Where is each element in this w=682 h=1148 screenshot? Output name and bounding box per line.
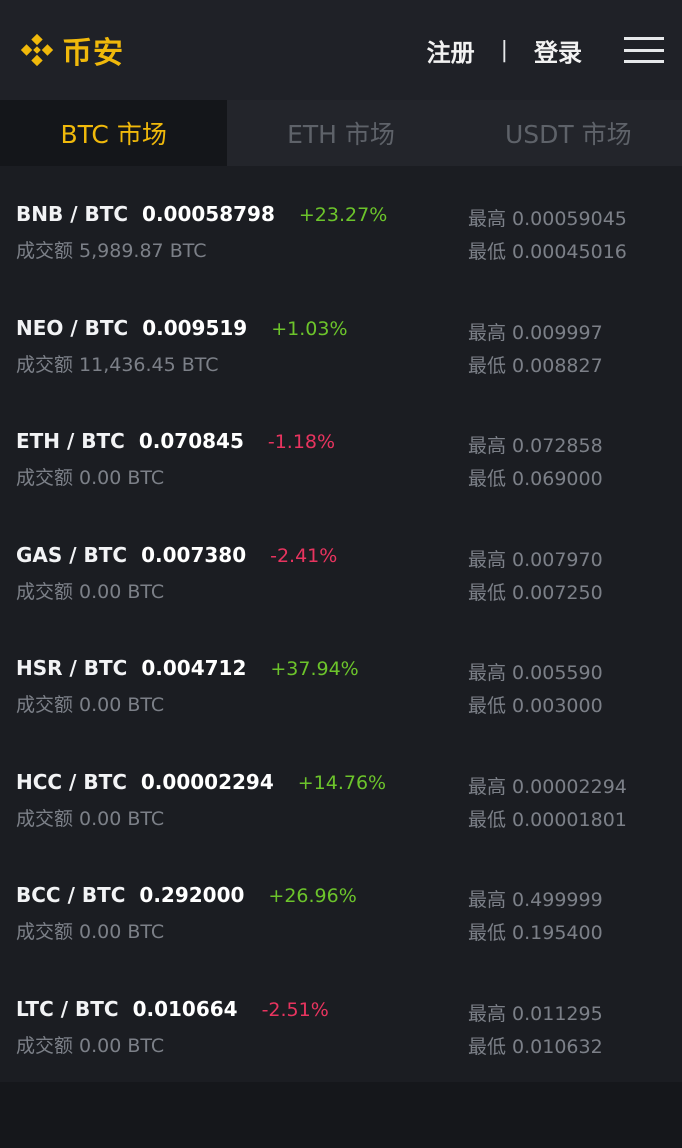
- high-price: 最高 0.009997: [468, 321, 603, 344]
- last-price: 0.00002294: [140, 769, 274, 794]
- market-row[interactable]: NEO / BTC 0.009519 +1.03% 成交额 11,436.45 BT…: [0, 290, 682, 404]
- high-price: 最高 0.072858: [468, 435, 603, 457]
- change-percent: +37.94%: [270, 658, 359, 680]
- change-percent: +1.03%: [271, 317, 348, 340]
- low-price: 最低 0.00001801: [468, 808, 627, 831]
- market-list: BNB / BTC 0.00058798 +23.27% 成交额 5,989.87 …: [0, 166, 682, 1084]
- low-price: 最低 0.00045016: [468, 241, 627, 263]
- tab-usdt-market[interactable]: USDT 市场: [454, 100, 682, 166]
- brand-logo[interactable]: 币安: [18, 28, 124, 72]
- market-row[interactable]: HCC / BTC 0.00002294 +14.76% 成交额 0.00 BTC …: [0, 744, 682, 858]
- header-nav: 注册 | 登录: [427, 33, 664, 68]
- last-price: 0.004712: [141, 656, 247, 680]
- high-price: 最高 0.011295: [468, 1002, 603, 1025]
- change-percent: +14.76%: [297, 771, 387, 794]
- market-row[interactable]: BNB / BTC 0.00058798 +23.27% 成交额 5,989.87 …: [0, 176, 682, 290]
- low-price: 最低 0.010632: [468, 1035, 603, 1058]
- page-footer: [0, 1082, 682, 1148]
- low-price: 最低 0.069000: [468, 468, 603, 490]
- change-percent: +23.27%: [298, 204, 388, 226]
- low-price: 最低 0.003000: [468, 695, 603, 717]
- high-price: 最高 0.007970: [468, 548, 603, 571]
- pair-name: LTC / BTC: [16, 996, 119, 1021]
- market-row[interactable]: GAS / BTC 0.007380 -2.41% 成交额 0.00 BTC 最高 …: [0, 517, 682, 631]
- volume: 成交额 0.00 BTC: [16, 580, 165, 603]
- high-price: 最高 0.00002294: [468, 775, 627, 798]
- binance-diamond-icon: [20, 33, 54, 67]
- pair-name: NEO / BTC: [16, 315, 129, 340]
- tab-btc-market[interactable]: BTC 市场: [0, 100, 228, 166]
- pair-name: HSR / BTC: [16, 656, 128, 680]
- change-percent: -1.18%: [267, 431, 336, 453]
- pair-name: BNB / BTC: [16, 202, 129, 226]
- app-header: 币安 注册 | 登录: [0, 0, 682, 100]
- high-price: 最高 0.00059045: [468, 208, 627, 230]
- last-price: 0.00058798: [142, 202, 275, 226]
- pair-name: BCC / BTC: [16, 883, 126, 907]
- low-price: 最低 0.008827: [468, 354, 603, 377]
- market-row[interactable]: BCC / BTC 0.292000 +26.96% 成交额 0.00 BTC 最高…: [0, 857, 682, 971]
- last-price: 0.010664: [132, 996, 238, 1021]
- low-price: 最低 0.007250: [468, 581, 603, 604]
- low-price: 最低 0.195400: [468, 922, 603, 944]
- volume: 成交额 11,436.45 BTC: [16, 353, 219, 376]
- volume: 成交额 5,989.87 BTC: [16, 240, 207, 262]
- tab-eth-market[interactable]: ETH 市场: [227, 100, 455, 166]
- change-percent: -2.41%: [270, 544, 338, 567]
- volume: 成交额 0.00 BTC: [16, 694, 165, 716]
- volume: 成交额 0.00 BTC: [16, 921, 165, 943]
- high-price: 最高 0.005590: [468, 662, 603, 684]
- change-percent: -2.51%: [261, 998, 329, 1021]
- login-link[interactable]: 登录: [534, 33, 582, 68]
- pair-name: HCC / BTC: [16, 769, 127, 794]
- market-row[interactable]: HSR / BTC 0.004712 +37.94% 成交额 0.00 BTC 最高…: [0, 630, 682, 744]
- pair-name: GAS / BTC: [16, 542, 128, 567]
- change-percent: +26.96%: [268, 885, 357, 907]
- last-price: 0.009519: [142, 315, 248, 340]
- market-tabs: BTC 市场 ETH 市场 USDT 市场: [0, 100, 682, 166]
- volume: 成交额 0.00 BTC: [16, 467, 165, 489]
- high-price: 最高 0.499999: [468, 889, 603, 911]
- market-row[interactable]: LTC / BTC 0.010664 -2.51% 成交额 0.00 BTC 最高 …: [0, 971, 682, 1085]
- last-price: 0.292000: [139, 883, 245, 907]
- volume: 成交额 0.00 BTC: [16, 1034, 165, 1057]
- brand-name: 币安: [62, 36, 124, 71]
- last-price: 0.070845: [138, 429, 244, 453]
- nav-separator: |: [500, 37, 508, 63]
- last-price: 0.007380: [141, 542, 247, 567]
- register-link[interactable]: 注册: [427, 33, 475, 68]
- volume: 成交额 0.00 BTC: [16, 807, 165, 830]
- market-row[interactable]: ETH / BTC 0.070845 -1.18% 成交额 0.00 BTC 最高 …: [0, 403, 682, 517]
- hamburger-menu-icon[interactable]: [624, 37, 664, 63]
- pair-name: ETH / BTC: [16, 429, 125, 453]
